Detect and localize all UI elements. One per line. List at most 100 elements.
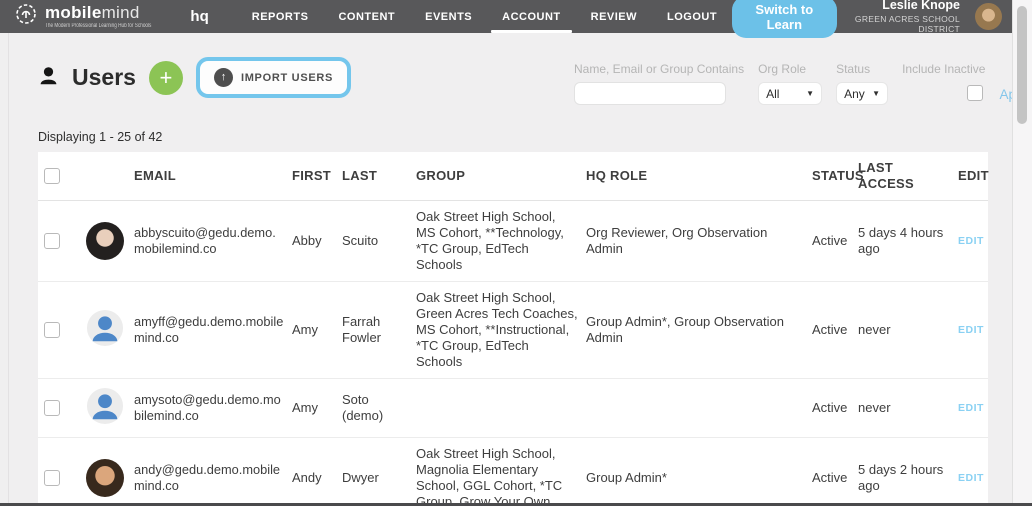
brand-text: mobilemind The Modern Professional Learn… — [45, 4, 181, 29]
user-groups: Oak Street High School, Magnolia Element… — [416, 446, 563, 506]
scrollbar-thumb[interactable] — [1017, 6, 1027, 124]
table-row: amysoto@gedu.demo.mobilemind.co Amy Soto… — [38, 379, 988, 438]
import-users-label: IMPORT USERS — [240, 71, 334, 84]
user-email: andy@gedu.demo.mobilemind.co — [134, 462, 281, 493]
search-input[interactable] — [574, 82, 726, 105]
brand-logo[interactable]: mobilemind The Modern Professional Learn… — [14, 2, 181, 31]
chevron-down-icon: ▼ — [806, 89, 815, 98]
user-status: Active — [812, 322, 848, 337]
user-hq-role: Group Admin*, Group Observation Admin — [586, 314, 784, 345]
user-last-access: never — [858, 322, 891, 337]
brand-wordmark: mobilemind — [45, 4, 181, 21]
edit-user-link[interactable]: EDIT — [958, 314, 984, 346]
org-role-label: Org Role — [758, 62, 807, 76]
nav-item-content[interactable]: CONTENT — [323, 0, 410, 33]
row-checkbox[interactable] — [44, 233, 60, 249]
user-last-name: Dwyer — [342, 470, 379, 485]
default-person-avatar-icon — [86, 387, 124, 428]
user-name: Leslie Knope — [882, 0, 960, 13]
user-last-name: Soto (demo) — [342, 392, 384, 423]
user-organization: GREEN ACRES SCHOOL DISTRICT — [854, 13, 960, 35]
user-avatar[interactable] — [975, 3, 1002, 30]
column-header-last-access[interactable]: LAST ACCESS — [858, 152, 958, 200]
user-groups: Oak Street High School, Green Acres Tech… — [416, 290, 578, 369]
search-filter-label: Name, Email or Group Contains — [574, 62, 745, 76]
column-header-last[interactable]: LAST — [342, 160, 416, 192]
user-photo-avatar — [86, 222, 124, 260]
nav-item-review[interactable]: REVIEW — [576, 0, 652, 33]
active-tab-underline — [491, 29, 572, 33]
user-last-access: 5 days 2 hours ago — [858, 462, 944, 493]
user-status: Active — [812, 233, 848, 248]
brand-word-bold: mobile — [45, 3, 102, 22]
column-header-first[interactable]: FIRST — [292, 160, 342, 192]
include-inactive-group: Include Inactive — [902, 62, 985, 101]
brand-word-light: mind — [101, 3, 140, 22]
select-all-checkbox[interactable] — [44, 168, 60, 184]
search-filter-group: Name, Email or Group Contains — [574, 62, 744, 105]
user-first-name: Amy — [292, 322, 318, 337]
nav-item-account[interactable]: ACCOUNT — [487, 0, 576, 33]
import-users-button[interactable]: ↑ IMPORT USERS — [195, 57, 352, 98]
org-role-filter-group: Org Role All ▼ — [758, 62, 823, 105]
table-header-row: EMAIL FIRST LAST GROUP HQ ROLE STATUS LA… — [38, 152, 989, 201]
column-header-group[interactable]: GROUP — [416, 160, 586, 192]
nav-menu: REPORTS CONTENT EVENTS ACCOUNT REVIEW LO… — [237, 0, 732, 33]
nav-item-logout[interactable]: LOGOUT — [652, 0, 732, 33]
user-first-name: Amy — [292, 400, 318, 415]
row-checkbox[interactable] — [44, 470, 60, 486]
column-header-edit: EDIT — [958, 168, 989, 183]
add-user-button[interactable]: + — [148, 60, 183, 95]
edit-user-link[interactable]: EDIT — [958, 392, 984, 424]
edit-user-link[interactable]: EDIT — [958, 462, 984, 494]
users-icon — [38, 65, 59, 91]
mobilemind-logo-icon — [14, 2, 38, 31]
page-title: Users — [72, 64, 136, 90]
status-select[interactable]: Any ▼ — [836, 82, 889, 105]
include-inactive-checkbox[interactable] — [967, 85, 984, 101]
row-checkbox[interactable] — [44, 400, 60, 416]
hq-label: hq — [190, 8, 209, 25]
nav-item-account-label: ACCOUNT — [502, 10, 561, 23]
edit-user-link[interactable]: EDIT — [958, 225, 984, 257]
user-email: amysoto@gedu.demo.mobilemind.co — [134, 392, 281, 423]
nav-item-events[interactable]: EVENTS — [410, 0, 487, 33]
user-info: Leslie Knope GREEN ACRES SCHOOL DISTRICT — [852, 0, 960, 35]
upload-arrow-icon: ↑ — [213, 68, 233, 87]
table-row: amyff@gedu.demo.mobilemind.co Amy Farrah… — [38, 282, 988, 379]
org-role-select[interactable]: All ▼ — [758, 82, 823, 105]
table-row: andy@gedu.demo.mobilemind.co Andy Dwyer … — [38, 438, 988, 506]
column-header-status[interactable]: STATUS — [812, 160, 864, 192]
nav-item-reports[interactable]: REPORTS — [237, 0, 324, 33]
chevron-down-icon: ▼ — [872, 89, 881, 98]
user-first-name: Abby — [292, 233, 322, 248]
users-table: EMAIL FIRST LAST GROUP HQ ROLE STATUS LA… — [38, 152, 989, 506]
user-groups — [416, 400, 586, 416]
status-selected-value: Any — [844, 86, 865, 101]
scrollbar[interactable] — [1012, 0, 1032, 503]
navbar-right: Switch to Learn Leslie Knope GREEN ACRES… — [732, 0, 1002, 38]
user-first-name: Andy — [292, 470, 322, 485]
org-role-selected-value: All — [766, 86, 780, 101]
user-last-name: Farrah Fowler — [342, 314, 382, 345]
user-email: amyff@gedu.demo.mobilemind.co — [134, 314, 284, 345]
status-filter-label: Status — [836, 62, 871, 76]
user-hq-role: Group Admin* — [586, 470, 667, 485]
user-groups: Oak Street High School, MS Cohort, **Tec… — [416, 209, 564, 272]
column-header-email[interactable]: EMAIL — [134, 160, 292, 192]
top-navbar: mobilemind The Modern Professional Learn… — [0, 0, 1032, 38]
filter-bar: Name, Email or Group Contains Org Role A… — [574, 62, 1032, 105]
brand-tagline: The Modern Professional Learning Hub for… — [45, 23, 152, 29]
user-last-access: 5 days 4 hours ago — [858, 225, 944, 256]
row-checkbox[interactable] — [44, 322, 60, 338]
user-hq-role — [586, 400, 812, 416]
results-summary: Displaying 1 - 25 of 42 — [38, 130, 163, 144]
user-status: Active — [812, 400, 848, 415]
table-row: abbyscuito@gedu.demo.mobilemind.co Abby … — [38, 201, 988, 282]
user-last-name: Scuito — [342, 233, 379, 248]
user-last-access: never — [858, 400, 891, 415]
switch-to-learn-button[interactable]: Switch to Learn — [732, 0, 837, 38]
include-inactive-label: Include Inactive — [902, 62, 986, 76]
default-person-avatar-icon — [86, 309, 124, 350]
user-status: Active — [812, 470, 848, 485]
